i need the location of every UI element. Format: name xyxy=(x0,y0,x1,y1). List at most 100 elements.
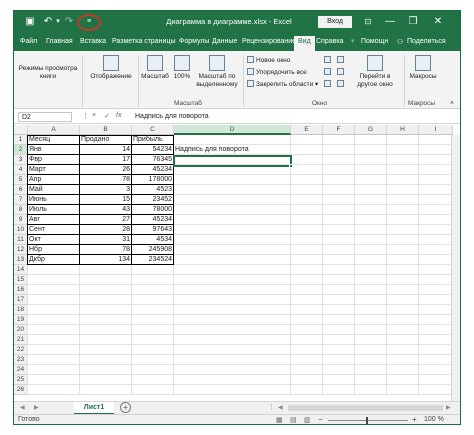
month-cell[interactable]: Июнь xyxy=(28,195,79,205)
profit-cell[interactable]: 245908 xyxy=(132,245,173,255)
month-cell[interactable]: Нбр xyxy=(28,245,79,255)
row-header[interactable]: 11 xyxy=(14,235,28,245)
month-cell[interactable]: Фвр xyxy=(28,155,79,165)
macros-button[interactable]: Макросы xyxy=(406,55,440,81)
profit-cell[interactable]: 54234 xyxy=(132,145,173,155)
active-cell-d2[interactable]: Надпись для поворота xyxy=(174,145,290,155)
row-header[interactable]: 3 xyxy=(14,155,28,165)
profit-cell[interactable]: 76345 xyxy=(132,155,173,165)
row-header[interactable]: 8 xyxy=(14,205,28,215)
vertical-scrollbar[interactable] xyxy=(451,135,460,401)
tab-insert[interactable]: Вставка xyxy=(80,38,106,45)
minimize-button[interactable]: — xyxy=(384,16,396,28)
column-header-g[interactable]: G xyxy=(355,125,387,135)
column-header-d[interactable]: D xyxy=(174,125,291,135)
profit-cell[interactable]: 78000 xyxy=(132,205,173,215)
collapse-ribbon-icon[interactable]: ˄ xyxy=(450,100,454,107)
sold-cell[interactable]: 134 xyxy=(80,255,131,265)
next-sheet-icon[interactable]: ▶ xyxy=(34,404,39,411)
display-button[interactable]: Отображение xyxy=(86,55,136,81)
row-header[interactable]: 1 xyxy=(14,135,28,145)
row-header[interactable]: 17 xyxy=(14,295,28,305)
row-header[interactable]: 5 xyxy=(14,175,28,185)
tab-page-layout[interactable]: Разметка страницы xyxy=(112,38,176,45)
zoom-button[interactable]: Масштаб xyxy=(140,55,170,81)
sold-cell[interactable]: 78 xyxy=(80,175,131,185)
tab-review[interactable]: Рецензирование xyxy=(242,38,296,45)
month-cell[interactable]: Май xyxy=(28,185,79,195)
zoom-level[interactable]: 100 % xyxy=(424,416,444,423)
zoom-out-button[interactable]: − xyxy=(318,415,323,424)
page-layout-icon[interactable]: ▤ xyxy=(290,416,297,424)
row-header[interactable]: 16 xyxy=(14,285,28,295)
sold-cell[interactable]: 31 xyxy=(80,235,131,245)
view-modes-button[interactable]: Режимы просмотра книги xyxy=(16,65,80,81)
row-header[interactable]: 18 xyxy=(14,305,28,315)
column-header-h[interactable]: H xyxy=(387,125,419,135)
month-cell[interactable]: Янв xyxy=(28,145,79,155)
month-cell[interactable]: Сент xyxy=(28,225,79,235)
month-cell[interactable]: Авг xyxy=(28,215,79,225)
hide-icon[interactable] xyxy=(324,68,333,76)
sync-scroll-icon[interactable] xyxy=(337,68,346,76)
tab-home[interactable]: Главная xyxy=(46,38,73,45)
prev-sheet-icon[interactable]: ◀ xyxy=(20,404,25,411)
profit-cell[interactable]: 45234 xyxy=(132,165,173,175)
row-header[interactable]: 12 xyxy=(14,245,28,255)
side-by-side-icon[interactable] xyxy=(337,56,346,64)
sold-cell[interactable]: 78 xyxy=(80,245,131,255)
column-header-a[interactable]: A xyxy=(28,125,80,135)
column-header-e[interactable]: E xyxy=(291,125,323,135)
profit-cell[interactable]: 4534 xyxy=(132,235,173,245)
function-icon[interactable]: fx xyxy=(116,112,121,119)
row-header[interactable]: 10 xyxy=(14,225,28,235)
sold-cell[interactable]: 14 xyxy=(80,145,131,155)
header-cell[interactable]: Прибыль xyxy=(132,135,173,145)
row-header[interactable]: 26 xyxy=(14,385,28,395)
row-header[interactable]: 2 xyxy=(14,145,28,155)
zoom-selection-button[interactable]: Масштаб по выделенному xyxy=(194,55,240,89)
zoom-100-button[interactable]: 100% xyxy=(172,55,192,81)
switch-windows-button[interactable]: Перейти в другое окно xyxy=(350,55,400,89)
column-header-b[interactable]: B xyxy=(80,125,132,135)
tab-data[interactable]: Данные xyxy=(212,38,237,45)
formula-input[interactable]: Надпись для поворота xyxy=(132,112,457,122)
normal-view-icon[interactable]: ▦ xyxy=(276,416,283,424)
sold-cell[interactable]: 28 xyxy=(80,225,131,235)
profit-cell[interactable]: 23452 xyxy=(132,195,173,205)
sold-cell[interactable]: 27 xyxy=(80,215,131,225)
sold-cell[interactable]: 17 xyxy=(80,155,131,165)
scroll-right-icon[interactable]: ▶ xyxy=(446,404,451,411)
login-button[interactable]: Вход xyxy=(318,16,352,28)
column-header-i[interactable]: I xyxy=(419,125,453,135)
tab-help[interactable]: Справка xyxy=(316,38,343,45)
sold-cell[interactable]: 3 xyxy=(80,185,131,195)
row-header[interactable]: 22 xyxy=(14,345,28,355)
zoom-slider-thumb[interactable] xyxy=(366,417,368,424)
sold-cell[interactable]: 26 xyxy=(80,165,131,175)
save-icon[interactable]: ▣ xyxy=(24,16,36,28)
row-header[interactable]: 23 xyxy=(14,355,28,365)
enter-icon[interactable]: ✓ xyxy=(104,112,110,120)
column-header-c[interactable]: C xyxy=(132,125,174,135)
header-cell[interactable]: Продано xyxy=(80,135,131,145)
row-header[interactable]: 9 xyxy=(14,215,28,225)
row-header[interactable]: 7 xyxy=(14,195,28,205)
profit-cell[interactable]: 97643 xyxy=(132,225,173,235)
row-header[interactable]: 21 xyxy=(14,335,28,345)
unhide-icon[interactable] xyxy=(324,80,333,88)
row-header[interactable]: 14 xyxy=(14,265,28,275)
restore-button[interactable]: ❐ xyxy=(407,16,419,28)
split-icon[interactable] xyxy=(324,56,333,64)
row-header[interactable]: 13 xyxy=(14,255,28,265)
ribbon-options-icon[interactable]: ⊡ xyxy=(362,16,374,28)
name-box[interactable]: D2 xyxy=(18,112,72,122)
new-window-button[interactable]: Новое окно xyxy=(247,56,290,64)
profit-cell[interactable]: 234524 xyxy=(132,255,173,265)
row-header[interactable]: 19 xyxy=(14,315,28,325)
add-sheet-button[interactable]: + xyxy=(120,402,131,413)
month-cell[interactable]: Июль xyxy=(28,205,79,215)
tab-tell-me[interactable]: Помощн xyxy=(361,38,388,45)
profit-cell[interactable]: 178000 xyxy=(132,175,173,185)
sold-cell[interactable]: 43 xyxy=(80,205,131,215)
